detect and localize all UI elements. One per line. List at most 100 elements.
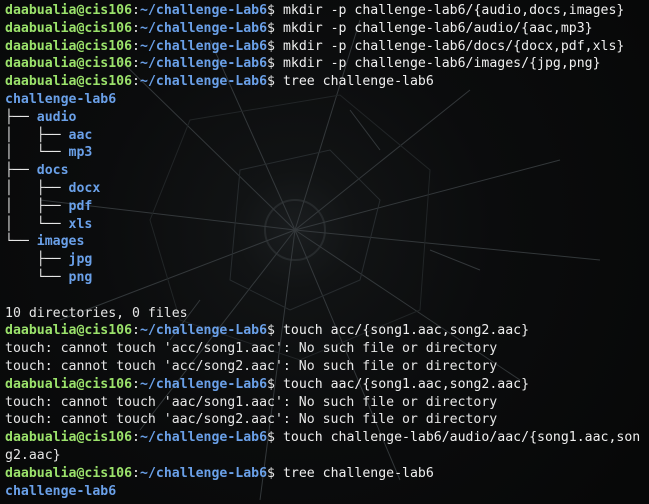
prompt-symbol: $ [267,323,283,339]
tree-branch: │ ├── [5,180,69,196]
prompt-separator: : [132,38,140,54]
prompt-user: daabualia@cis106 [5,465,133,481]
prompt-path: ~/challenge-Lab6 [140,38,268,54]
directory-name: mp3 [68,145,93,161]
prompt-path: ~/challenge-Lab6 [140,430,268,446]
prompt-user: daabualia@cis106 [5,38,133,54]
tree-line: │ ├── pdf [5,198,649,216]
prompt-line: daabualia@cis106:~/challenge-Lab6$ touch… [5,376,649,394]
command-text: mkdir -p challenge-lab6/images/{jpg,png} [282,56,601,72]
prompt-symbol: $ [267,74,283,90]
prompt-line: daabualia@cis106:~/challenge-Lab6$ mkdir… [5,55,649,73]
output-line: touch: cannot touch 'acc/song1.aac': No … [5,340,649,358]
prompt-separator: : [132,20,140,36]
directory-name: xls [68,216,93,232]
prompt-separator: : [132,74,140,90]
directory-name: docx [68,180,101,196]
directory-name: pdf [68,198,93,214]
prompt-line: daabualia@cis106:~/challenge-Lab6$ tree … [5,73,649,91]
prompt-separator: : [132,56,140,72]
output-line: g2.aac} [5,447,649,465]
tree-line: │ ├── aac [5,127,649,145]
directory-name: aac [68,127,93,143]
prompt-user: daabualia@cis106 [5,430,133,446]
prompt-symbol: $ [267,430,283,446]
directory-name: png [68,269,93,285]
prompt-line: daabualia@cis106:~/challenge-Lab6$ mkdir… [5,2,649,20]
output-text: g2.aac} [5,447,61,463]
command-text: tree challenge-lab6 [282,465,434,481]
tree-branch: │ ├── [5,127,69,143]
prompt-line: daabualia@cis106:~/challenge-Lab6$ mkdir… [5,38,649,56]
tree-branch: ├── [5,109,37,125]
tree-line: │ └── mp3 [5,144,649,162]
prompt-separator: : [132,323,140,339]
prompt-symbol: $ [267,56,283,72]
terminal-window[interactable]: daabualia@cis106:~/challenge-Lab6$ mkdir… [0,0,649,504]
prompt-line: daabualia@cis106:~/challenge-Lab6$ mkdir… [5,20,649,38]
prompt-user: daabualia@cis106 [5,20,133,36]
directory-name: docs [36,163,69,179]
output-text: touch: cannot touch 'aac/song1.aac': No … [5,394,498,410]
command-text: tree challenge-lab6 [282,74,434,90]
prompt-path: ~/challenge-Lab6 [140,376,268,392]
directory-name: images [36,234,85,250]
output-text: touch: cannot touch 'acc/song2.aac': No … [5,358,498,374]
prompt-symbol: $ [267,20,283,36]
tree-line: ├── jpg [5,251,649,269]
prompt-path: ~/challenge-Lab6 [140,3,268,18]
prompt-symbol: $ [267,3,283,18]
prompt-user: daabualia@cis106 [5,74,133,90]
tree-line: challenge-lab6 [5,91,649,109]
command-text: mkdir -p challenge-lab6/{audio,docs,imag… [282,3,625,18]
prompt-user: daabualia@cis106 [5,3,133,18]
prompt-separator: : [132,376,140,392]
tree-branch: ├── [5,163,37,179]
command-text: mkdir -p challenge-lab6/docs/{docx,pdf,x… [282,38,625,54]
command-text: mkdir -p challenge-lab6/audio/{aac,mp3} [282,20,593,36]
tree-line: │ ├── docx [5,180,649,198]
prompt-symbol: $ [267,376,283,392]
prompt-path: ~/challenge-Lab6 [140,465,268,481]
tree-line: └── images [5,233,649,251]
directory-name: jpg [68,252,93,268]
tree-line: ├── docs [5,162,649,180]
tree-branch: │ ├── [5,198,69,214]
prompt-separator: : [132,465,140,481]
tree-branch: ├── [5,252,69,268]
command-text: touch aac/{song1.aac,song2.aac} [282,376,530,392]
prompt-user: daabualia@cis106 [5,376,133,392]
command-text: touch challenge-lab6/audio/aac/{song1.aa… [282,430,641,446]
directory-name: challenge-lab6 [5,483,117,499]
tree-line: │ └── xls [5,216,649,234]
tree-branch: └── [5,234,37,250]
prompt-separator: : [132,430,140,446]
prompt-user: daabualia@cis106 [5,323,133,339]
tree-line: challenge-lab6 [5,483,649,501]
output-text: touch: cannot touch 'aac/song2.aac': No … [5,412,498,428]
tree-line: └── png [5,269,649,287]
prompt-path: ~/challenge-Lab6 [140,20,268,36]
prompt-symbol: $ [267,38,283,54]
prompt-line: daabualia@cis106:~/challenge-Lab6$ touch… [5,322,649,340]
tree-branch: └── [5,269,69,285]
directory-name: challenge-lab6 [5,91,117,107]
tree-line: ├── audio [5,109,649,127]
output-line: touch: cannot touch 'aac/song1.aac': No … [5,394,649,412]
output-line: 10 directories, 0 files [5,305,649,323]
directory-name: audio [36,109,77,125]
prompt-separator: : [132,3,140,18]
terminal-output[interactable]: daabualia@cis106:~/challenge-Lab6$ mkdir… [5,2,649,500]
prompt-line: daabualia@cis106:~/challenge-Lab6$ touch… [5,429,649,447]
prompt-path: ~/challenge-Lab6 [140,323,268,339]
prompt-path: ~/challenge-Lab6 [140,56,268,72]
command-text: touch acc/{song1.aac,song2.aac} [282,323,530,339]
tree-branch: │ └── [5,216,69,232]
output-line: touch: cannot touch 'acc/song2.aac': No … [5,358,649,376]
output-text: touch: cannot touch 'acc/song1.aac': No … [5,341,498,357]
prompt-symbol: $ [267,465,283,481]
output-line: touch: cannot touch 'aac/song2.aac': No … [5,411,649,429]
tree-branch: │ └── [5,145,69,161]
prompt-line: daabualia@cis106:~/challenge-Lab6$ tree … [5,465,649,483]
